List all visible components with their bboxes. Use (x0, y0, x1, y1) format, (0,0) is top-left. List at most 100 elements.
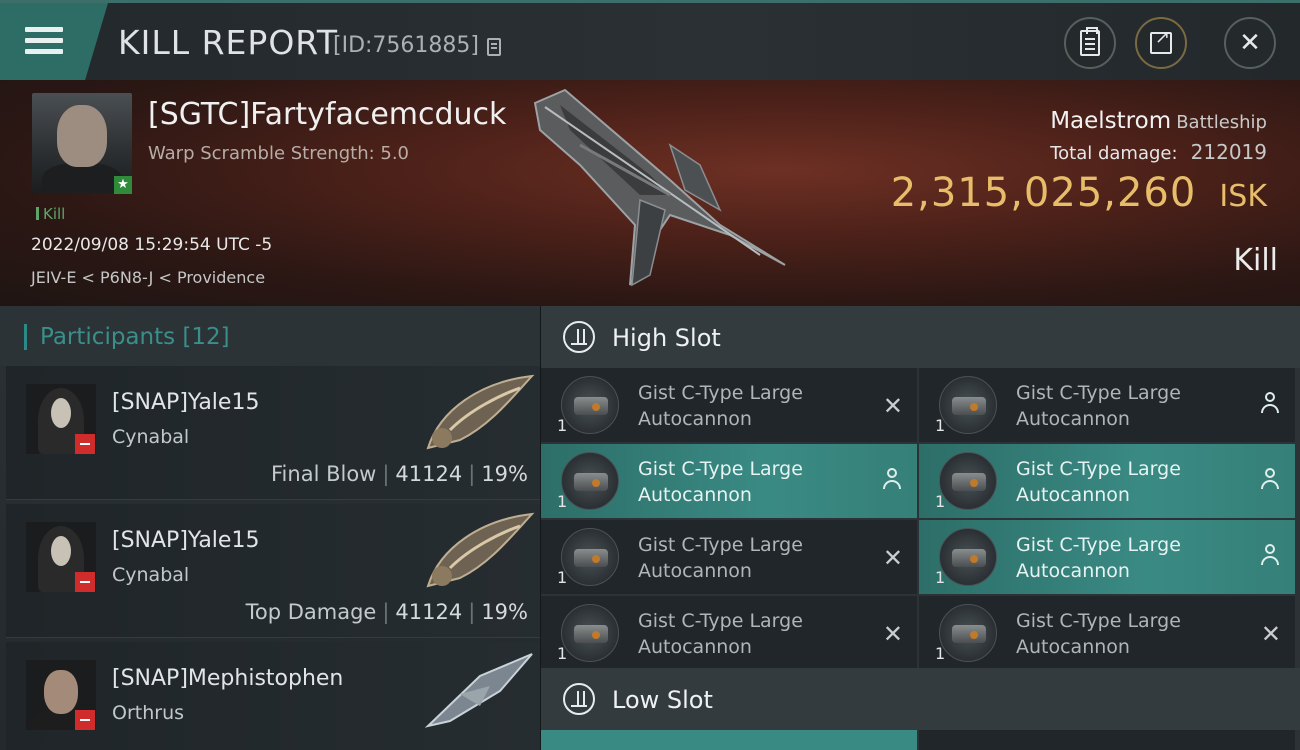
module-quantity: 1 (935, 644, 946, 663)
module-quantity: 1 (557, 644, 568, 663)
participant-ship: Cynabal (112, 564, 190, 586)
participant-tag: Final Blow (271, 462, 377, 486)
participant-stats: Top Damage | 41124 | 19% (245, 600, 528, 624)
module-name: Gist C-Type Large Autocannon (1016, 380, 1246, 432)
hostile-badge-icon (75, 434, 95, 454)
high-slot-module[interactable]: 1 Gist C-Type Large Autocannon (919, 444, 1295, 518)
module-name-line2: Autocannon (1016, 484, 1130, 506)
close-icon: ✕ (1239, 28, 1261, 58)
isk-unit: ISK (1219, 179, 1267, 214)
low-slot-module[interactable] (541, 730, 917, 750)
share-icon (1150, 27, 1172, 54)
autocannon-icon (561, 528, 619, 586)
ship-class: Battleship (1176, 112, 1267, 133)
module-name-line2: Autocannon (638, 484, 752, 506)
participant-name: [SNAP]Yale15 (112, 528, 260, 553)
star-badge-icon: ★ (114, 176, 132, 194)
module-name-line2: Autocannon (1016, 636, 1130, 658)
module-name: Gist C-Type Large Autocannon (638, 532, 868, 584)
warp-scramble-strength: Warp Scramble Strength: 5.0 (148, 143, 410, 164)
low-slot-module[interactable] (919, 730, 1295, 750)
high-slot-module[interactable]: 1 Gist C-Type Large Autocannon (919, 520, 1295, 594)
participant-row[interactable]: [SNAP]Yale15 Cynabal Top Damage | 41124 | 19… (6, 504, 540, 638)
autocannon-icon (939, 528, 997, 586)
participants-title: Participants [12] (40, 324, 230, 350)
menu-icon (25, 27, 63, 55)
victim-ship-render[interactable] (520, 85, 800, 300)
module-name-line1: Gist C-Type Large (1016, 610, 1181, 632)
module-name: Gist C-Type Large Autocannon (1016, 608, 1246, 660)
high-slot-module[interactable]: 1 Gist C-Type Large Autocannon (919, 368, 1295, 442)
module-name-line2: Autocannon (638, 560, 752, 582)
title-bar: KILL REPORT [ID:7561885] ✕ (0, 0, 1300, 83)
participant-percent: 19% (481, 600, 528, 624)
module-name-line1: Gist C-Type Large (638, 610, 803, 632)
module-quantity: 1 (935, 492, 946, 511)
victim-ship-type: Maelstrom Battleship (1050, 108, 1267, 134)
victim-banner: ★ Kill 2022/09/08 15:29:54 UTC -5 JEIV-E… (0, 80, 1300, 306)
x-icon: ✕ (882, 392, 903, 420)
person-icon (1261, 392, 1279, 414)
autocannon-icon (939, 452, 997, 510)
high-slot-module[interactable]: 1 Gist C-Type Large Autocannon ✕ (541, 368, 917, 442)
low-slot-label: Low Slot (612, 686, 713, 714)
outcome-label: Kill (1233, 243, 1278, 278)
module-name-line2: Autocannon (1016, 560, 1130, 582)
module-name: Gist C-Type Large Autocannon (638, 380, 868, 432)
module-name: Gist C-Type Large Autocannon (638, 456, 868, 508)
module-name-line2: Autocannon (638, 636, 752, 658)
module-name: Gist C-Type Large Autocannon (1016, 532, 1246, 584)
high-slot-module[interactable]: 1 Gist C-Type Large Autocannon ✕ (541, 596, 917, 670)
participant-damage: 41124 (395, 600, 463, 624)
share-button[interactable] (1135, 17, 1187, 69)
module-name-line1: Gist C-Type Large (1016, 534, 1181, 556)
module-name-line1: Gist C-Type Large (1016, 458, 1181, 480)
x-icon: ✕ (1260, 620, 1281, 648)
autocannon-icon (561, 604, 619, 662)
hostile-badge-icon (75, 572, 95, 592)
participant-name: [SNAP]Yale15 (112, 390, 260, 415)
high-slot-module[interactable]: 1 Gist C-Type Large Autocannon ✕ (919, 596, 1295, 670)
kill-timestamp: 2022/09/08 15:29:54 UTC -5 (31, 235, 273, 255)
low-slot-header: Low Slot (541, 668, 1300, 730)
total-damage-label: Total damage: (1050, 143, 1178, 164)
module-name-line1: Gist C-Type Large (638, 382, 803, 404)
x-icon: ✕ (882, 620, 903, 648)
participant-row[interactable]: [SNAP]Yale15 Cynabal Final Blow | 41124 | 19… (6, 366, 540, 500)
total-damage: Total damage: 212019 (1050, 140, 1267, 164)
hostile-badge-icon (75, 710, 95, 730)
participant-percent: 19% (481, 462, 528, 486)
clipboard-button[interactable] (1064, 17, 1116, 69)
menu-button[interactable] (0, 3, 108, 83)
participant-tag: Top Damage (245, 600, 377, 624)
autocannon-icon (561, 376, 619, 434)
autocannon-icon (939, 376, 997, 434)
high-slot-module[interactable]: 1 Gist C-Type Large Autocannon ✕ (541, 520, 917, 594)
participant-ship-icon (426, 512, 535, 588)
module-quantity: 1 (935, 416, 946, 435)
person-icon (1261, 468, 1279, 490)
participant-ship-icon (424, 653, 533, 728)
autocannon-icon (561, 452, 619, 510)
isk-value: 2,315,025,260 ISK (891, 170, 1267, 216)
autocannon-icon (939, 604, 997, 662)
high-slot-module[interactable]: 1 Gist C-Type Large Autocannon (541, 444, 917, 518)
module-name: Gist C-Type Large Autocannon (638, 608, 868, 660)
person-icon (883, 468, 901, 490)
participant-name: [SNAP]Mephistophen (112, 666, 344, 691)
module-name-line1: Gist C-Type Large (1016, 382, 1181, 404)
kill-tag: Kill (36, 205, 65, 223)
x-icon: ✕ (882, 544, 903, 572)
high-slot-header: High Slot (541, 306, 1300, 368)
participant-ship-icon (426, 374, 535, 450)
low-slot-icon (563, 683, 595, 715)
fitting-panel: High Slot 1 Gist C-Type Large Autocannon ✕ 1… (541, 306, 1300, 750)
ship-name[interactable]: Maelstrom (1050, 108, 1171, 134)
victim-name[interactable]: [SGTC]Fartyfacemcduck (148, 97, 506, 132)
module-name: Gist C-Type Large Autocannon (1016, 456, 1246, 508)
close-button[interactable]: ✕ (1224, 17, 1276, 69)
copy-icon[interactable] (487, 38, 501, 56)
participant-row[interactable]: [SNAP]Mephistophen Orthrus (6, 642, 540, 750)
participants-header: Participants [12] (0, 306, 540, 366)
page-title: KILL REPORT (118, 23, 338, 62)
